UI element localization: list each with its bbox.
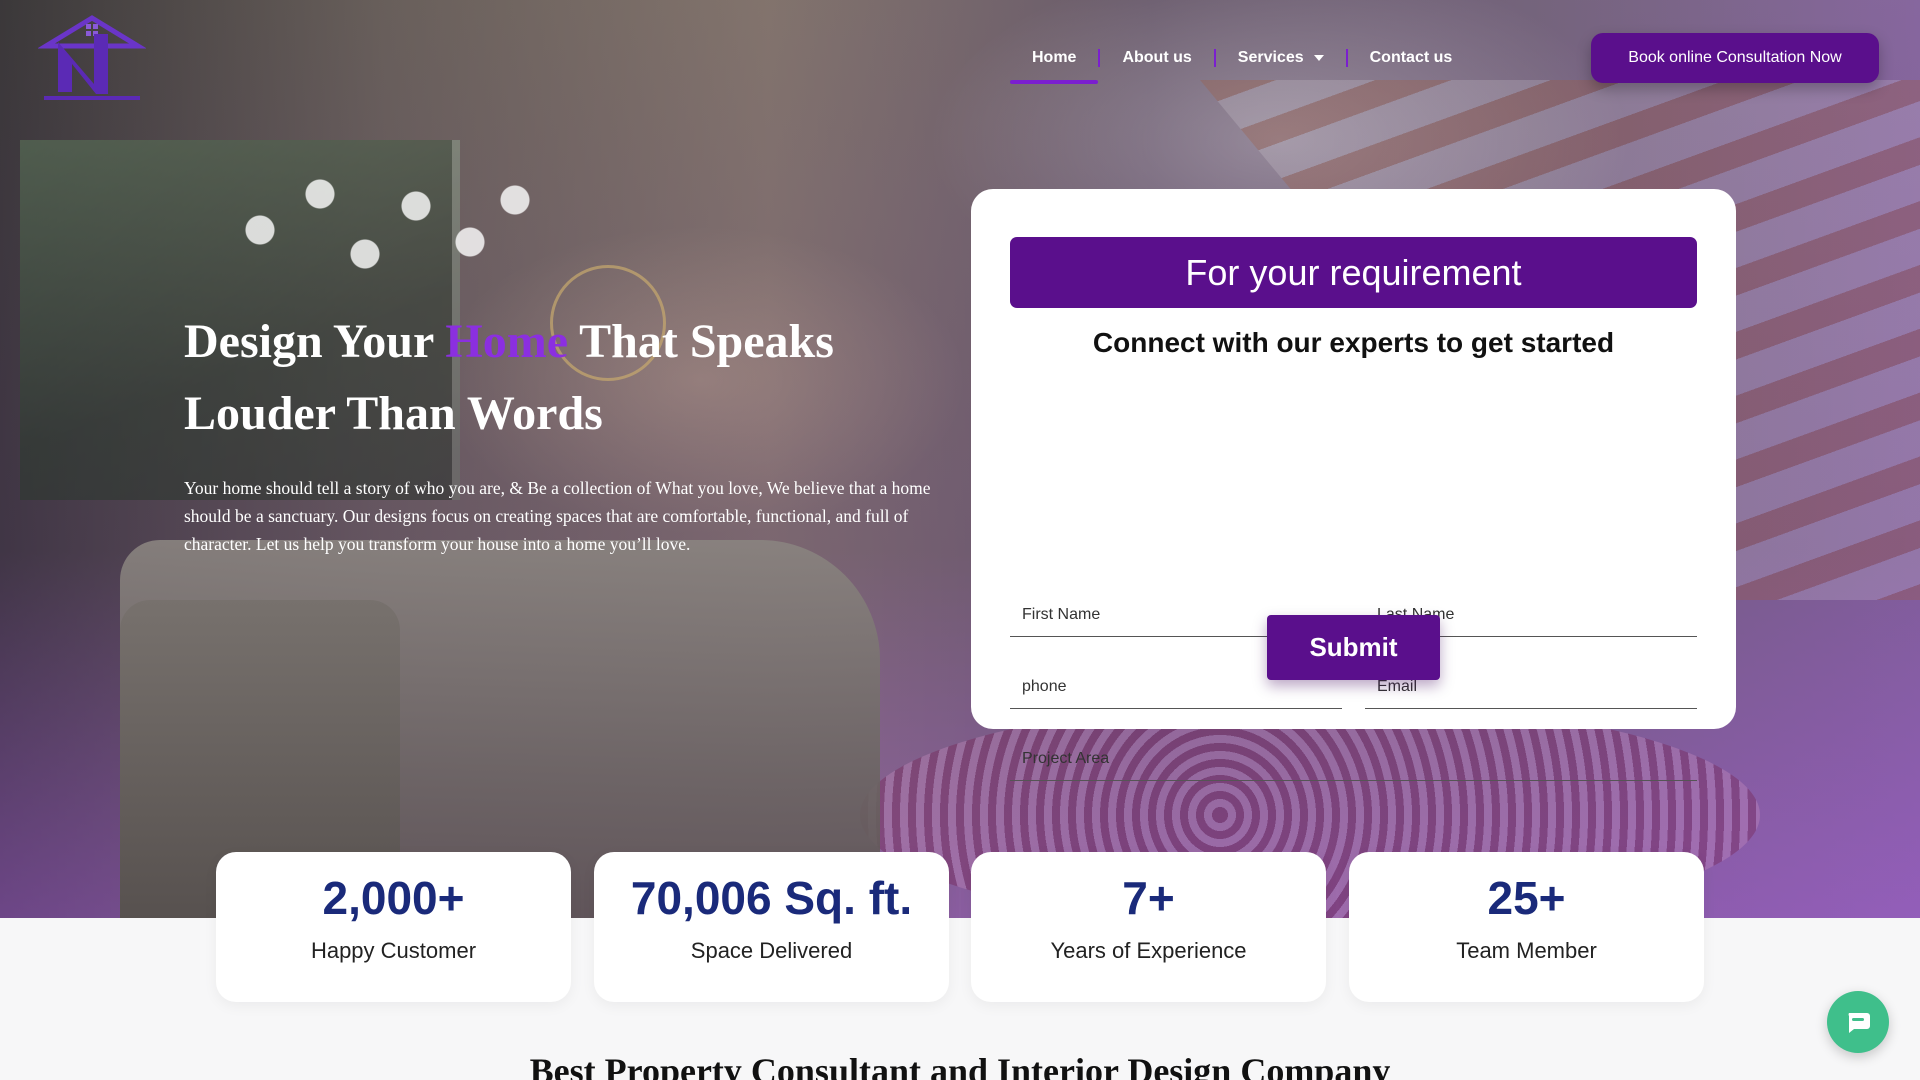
hero-headline: Design Your Home That Speaks Louder Than… xyxy=(184,306,944,450)
project-area-field[interactable] xyxy=(1010,721,1697,780)
form-title: For your requirement xyxy=(1010,237,1697,308)
nav-label-home: Home xyxy=(1032,49,1077,66)
stat-label: Years of Experience xyxy=(1050,938,1247,963)
headline-part1: Design Your xyxy=(184,315,446,368)
form-subtitle: Connect with our experts to get started xyxy=(1092,327,1615,358)
headline-accent: Home xyxy=(445,315,568,368)
submit-button[interactable]: Submit xyxy=(1267,615,1440,680)
caret-down-icon xyxy=(1313,55,1324,61)
stat-label: Team Member xyxy=(1456,938,1597,963)
chandelier-decor xyxy=(230,170,530,290)
book-consultation-button[interactable]: Book online Consultation Now xyxy=(1591,33,1879,83)
stat-label: Happy Customer xyxy=(310,938,477,963)
section-title: Best Property Consultant and Interior De… xyxy=(529,1051,1391,1080)
stat-card: 7+ Years of Experience xyxy=(971,852,1326,1002)
requirement-form: For your requirement Connect with our ex… xyxy=(971,189,1736,781)
nav-label-services: Services xyxy=(1237,49,1304,66)
hero-paragraph: Your home should tell a story of who you… xyxy=(184,478,931,554)
stat-value: 25+ xyxy=(1487,872,1566,924)
house-letter-n-logo[interactable] xyxy=(37,12,147,104)
stat-label: Space Delivered xyxy=(690,938,853,963)
stat-value: 2,000+ xyxy=(322,872,465,924)
stat-value: 70,006 Sq. ft. xyxy=(630,872,913,924)
main-nav: Home About us Services Contact us xyxy=(1010,46,1475,84)
stat-card: 70,006 Sq. ft. Space Delivered xyxy=(594,852,949,1002)
nav-item-contact[interactable]: Contact us xyxy=(1348,46,1475,70)
nav-label-about: About us xyxy=(1122,49,1192,66)
nav-item-home[interactable]: Home xyxy=(1010,46,1099,84)
chat-bubble-icon xyxy=(1848,1013,1870,1033)
stat-value: 7+ xyxy=(1122,872,1175,924)
nav-item-about[interactable]: About us xyxy=(1100,46,1213,70)
project-area-field-wrap xyxy=(1010,721,1697,781)
nav-label-contact: Contact us xyxy=(1369,49,1453,66)
stat-card: 25+ Team Member xyxy=(1349,852,1704,1002)
stat-card: 2,000+ Happy Customer xyxy=(216,852,571,1002)
chat-button[interactable] xyxy=(1827,991,1889,1053)
nav-item-services[interactable]: Services xyxy=(1216,46,1346,70)
